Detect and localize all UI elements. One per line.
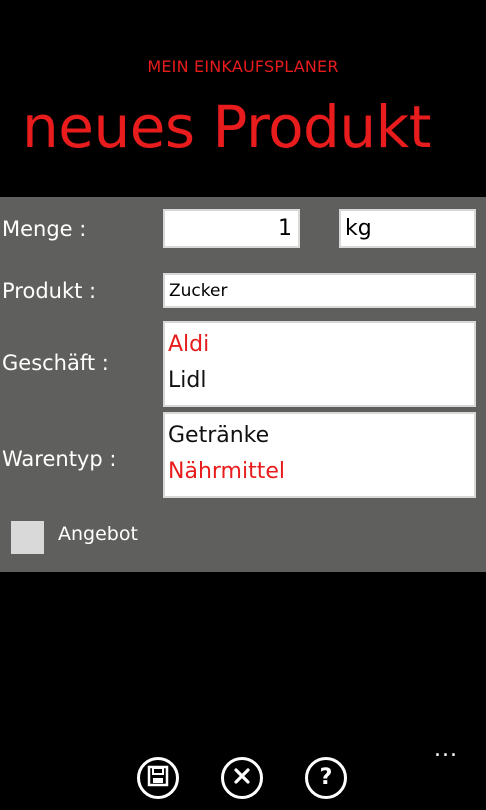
type-label: Warentyp : xyxy=(2,447,117,471)
unit-input[interactable]: kg xyxy=(339,209,476,248)
help-icon: ? xyxy=(319,765,333,790)
product-input[interactable]: Zucker xyxy=(163,273,476,308)
save-icon xyxy=(147,765,169,791)
cancel-button[interactable] xyxy=(221,757,263,799)
quantity-label: Menge : xyxy=(2,217,87,241)
app-title: MEIN EINKAUFSPLANER xyxy=(147,57,339,76)
help-button[interactable]: ? xyxy=(305,757,347,799)
more-button[interactable]: ... xyxy=(434,739,458,761)
offer-checkbox[interactable] xyxy=(11,521,44,554)
cancel-icon xyxy=(233,767,251,789)
quantity-input[interactable]: 1 xyxy=(163,209,300,248)
store-label: Geschäft : xyxy=(2,351,109,375)
form-panel: Menge : 1 kg Produkt : Zucker Geschäft :… xyxy=(0,197,486,572)
list-item-store[interactable]: Aldi xyxy=(168,327,474,363)
save-button[interactable] xyxy=(137,757,179,799)
offer-label: Angebot xyxy=(58,523,138,545)
list-item-store[interactable]: Lidl xyxy=(168,363,474,399)
type-list[interactable]: Getränke Nährmittel xyxy=(163,412,476,498)
product-label: Produkt : xyxy=(2,279,97,303)
list-item-type[interactable]: Nährmittel xyxy=(168,454,474,490)
store-list[interactable]: Aldi Lidl xyxy=(163,321,476,407)
page-title: neues Produkt xyxy=(22,93,431,161)
list-item-type[interactable]: Getränke xyxy=(168,418,474,454)
